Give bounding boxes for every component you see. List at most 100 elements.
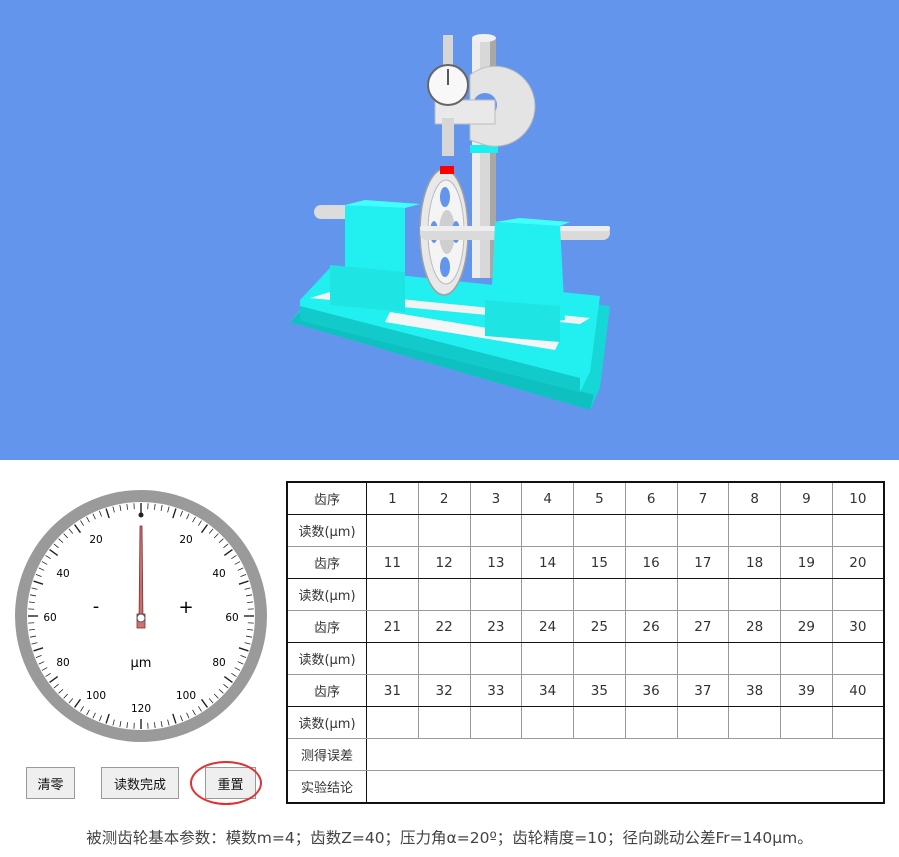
tooth-index-cell: 21 [366, 610, 419, 643]
tooth-index-cell: 7 [676, 481, 730, 515]
tooth-index-cell: 20 [831, 546, 885, 579]
conclusion-value[interactable] [366, 770, 885, 804]
tooth-index-cell: 31 [366, 674, 419, 707]
reading-cell[interactable] [521, 706, 574, 739]
reset-button[interactable]: 重置 [205, 767, 256, 799]
tooth-index-cell: 39 [780, 674, 833, 707]
tooth-index-cell: 19 [780, 546, 833, 579]
tooth-index-cell: 6 [624, 481, 678, 515]
gear-parameters-text: 被测齿轮基本参数：模数m=4；齿数Z=40；压力角α=20º；齿轮精度=10；径… [86, 829, 813, 847]
tooth-index-label: 齿序 [286, 610, 367, 643]
tooth-index-cell: 29 [780, 610, 833, 643]
reading-cell[interactable] [366, 706, 419, 739]
reading-cell[interactable] [676, 514, 730, 547]
reading-cell[interactable] [831, 578, 885, 611]
reading-cell[interactable] [366, 514, 419, 547]
reading-cell[interactable] [676, 706, 730, 739]
tooth-index-cell: 27 [676, 610, 730, 643]
reading-cell[interactable] [624, 578, 678, 611]
reading-cell[interactable] [676, 642, 730, 675]
reading-cell[interactable] [417, 642, 471, 675]
tooth-index-cell: 17 [676, 546, 730, 579]
reading-cell[interactable] [728, 706, 781, 739]
measured-error-label: 测得误差 [286, 738, 367, 771]
reading-cell[interactable] [573, 578, 626, 611]
dial-gauge: 20 40 60 80 100 20 40 60 80 100 120 - + … [15, 490, 267, 742]
tooth-index-cell: 4 [521, 481, 574, 515]
reading-cell[interactable] [573, 706, 626, 739]
reading-cell[interactable] [469, 514, 523, 547]
gauge-label-left-100: 100 [86, 690, 106, 702]
reading-cell[interactable] [780, 642, 833, 675]
tooth-index-cell: 8 [728, 481, 781, 515]
tooth-index-cell: 26 [624, 610, 678, 643]
tooth-index-cell: 38 [728, 674, 781, 707]
reading-cell[interactable] [521, 642, 574, 675]
reading-done-button[interactable]: 读数完成 [101, 767, 179, 799]
tooth-index-cell: 10 [831, 481, 885, 515]
conclusion-label: 实验结论 [286, 770, 367, 804]
gauge-label-right-100: 100 [176, 690, 196, 702]
tooth-index-cell: 37 [676, 674, 730, 707]
tooth-index-cell: 33 [469, 674, 523, 707]
tooth-index-cell: 16 [624, 546, 678, 579]
reading-cell[interactable] [469, 706, 523, 739]
reading-cell[interactable] [780, 578, 833, 611]
reading-cell[interactable] [831, 706, 885, 739]
reading-cell[interactable] [728, 642, 781, 675]
reading-cell[interactable] [417, 578, 471, 611]
reading-cell[interactable] [624, 514, 678, 547]
reading-row: 读数(μm) [286, 642, 885, 675]
reading-cell[interactable] [521, 578, 574, 611]
reading-cell[interactable] [728, 578, 781, 611]
reading-cell[interactable] [469, 642, 523, 675]
3d-viewport[interactable] [0, 0, 899, 460]
tooth-index-cell: 5 [573, 481, 626, 515]
gauge-zero-dot [138, 512, 144, 518]
reading-cell[interactable] [728, 514, 781, 547]
tooth-index-cell: 34 [521, 674, 574, 707]
reading-cell[interactable] [521, 514, 574, 547]
reading-cell[interactable] [831, 514, 885, 547]
reading-cell[interactable] [417, 514, 471, 547]
reading-cell[interactable] [469, 578, 523, 611]
reading-row: 读数(μm) [286, 578, 885, 611]
tooth-index-cell: 40 [831, 674, 885, 707]
tooth-index-cell: 35 [573, 674, 626, 707]
reading-cell[interactable] [366, 578, 419, 611]
tooth-index-label: 齿序 [286, 546, 367, 579]
gauge-plus-sign: + [178, 597, 193, 618]
reading-cell[interactable] [624, 706, 678, 739]
reading-cell[interactable] [573, 642, 626, 675]
reading-row: 读数(μm) [286, 706, 885, 739]
gauge-label-right-40: 40 [212, 568, 225, 580]
reading-cell[interactable] [573, 514, 626, 547]
reading-label: 读数(μm) [286, 642, 367, 675]
tooth-index-cell: 3 [469, 481, 523, 515]
measured-error-value[interactable] [366, 738, 885, 771]
tooth-index-cell: 14 [521, 546, 574, 579]
gauge-label-right-60: 60 [225, 612, 238, 624]
tooth-index-label: 齿序 [286, 481, 367, 515]
tooth-index-cell: 2 [417, 481, 471, 515]
measured-error-row: 测得误差 [286, 738, 885, 771]
reading-cell[interactable] [676, 578, 730, 611]
tooth-index-row: 齿序 1 2 3 4 5 6 7 8 9 10 [286, 481, 885, 515]
reading-cell[interactable] [417, 706, 471, 739]
reading-cell[interactable] [366, 642, 419, 675]
reading-cell[interactable] [831, 642, 885, 675]
tooth-index-label: 齿序 [286, 674, 367, 707]
tooth-index-cell: 9 [780, 481, 833, 515]
reading-cell[interactable] [624, 642, 678, 675]
tooth-index-cell: 23 [469, 610, 523, 643]
tooth-index-cell: 32 [417, 674, 471, 707]
reading-cell[interactable] [780, 706, 833, 739]
tooth-index-row: 齿序 11 12 13 14 15 16 17 18 19 20 [286, 546, 885, 579]
tooth-index-cell: 15 [573, 546, 626, 579]
reading-cell[interactable] [780, 514, 833, 547]
tooth-index-row: 齿序 21 22 23 24 25 26 27 28 29 30 [286, 610, 885, 643]
zero-button[interactable]: 清零 [26, 767, 75, 799]
reading-label: 读数(μm) [286, 514, 367, 547]
tooth-index-cell: 18 [728, 546, 781, 579]
gauge-label-left-20: 20 [89, 534, 102, 546]
